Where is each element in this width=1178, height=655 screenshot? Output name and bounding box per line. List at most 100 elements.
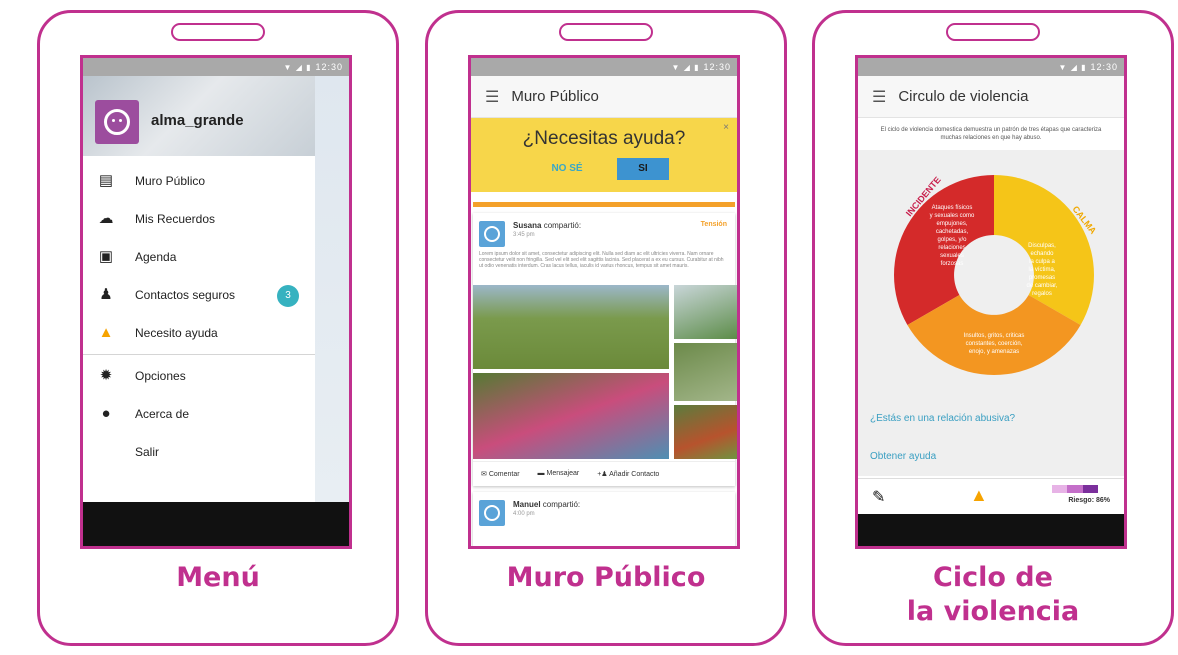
warning-icon[interactable]: ▲ bbox=[970, 485, 988, 506]
caption-muro: Muro Público bbox=[506, 562, 706, 593]
menu-item-necesito-ayuda[interactable]: ▲ Necesito ayuda bbox=[83, 314, 315, 352]
navigation-drawer: alma_grande ▤ Muro Público ☁ Mis Recuerd… bbox=[83, 76, 315, 506]
comment-button[interactable]: ✉ Comentar bbox=[481, 470, 520, 478]
incidente-text-line: sexuales bbox=[940, 253, 964, 259]
message-icon: ▬ bbox=[537, 470, 547, 477]
status-time: 12:30 bbox=[703, 62, 731, 72]
screen-menu: ▼ ◢ ▮ 12:30 alma_grande ▤ Muro Público ☁ … bbox=[80, 55, 352, 549]
abusive-relationship-link[interactable]: ¿Estás en una relación abusiva? bbox=[858, 400, 1124, 438]
tension-strip bbox=[473, 202, 735, 207]
feed-icon: ▤ bbox=[98, 172, 114, 189]
menu-item-label: Muro Público bbox=[135, 174, 206, 188]
speaker-slot bbox=[559, 23, 653, 41]
calma-text-line: promesas bbox=[1029, 275, 1055, 281]
post-author[interactable]: Susana bbox=[513, 221, 541, 230]
bottom-toolbar: ✎ ▲ Riesgo: 86% bbox=[858, 478, 1124, 514]
photo-thumbnail[interactable] bbox=[674, 343, 737, 401]
screen-ciclo: ▼ ◢ ▮ 12:30 ☰ Circulo de violencia El cic… bbox=[855, 55, 1127, 549]
page-title: Circulo de violencia bbox=[898, 88, 1029, 105]
status-icons: ▼ ◢ ▮ bbox=[1058, 63, 1087, 72]
post-author-line: Manuel compartió: bbox=[513, 500, 580, 509]
hamburger-menu-icon[interactable]: ☰ bbox=[872, 87, 886, 107]
status-icons: ▼ ◢ ▮ bbox=[283, 63, 312, 72]
get-help-link[interactable]: Obtener ayuda bbox=[858, 438, 1124, 476]
add-contact-button[interactable]: +♟ Añadir Contacto bbox=[597, 470, 659, 478]
menu-item-agenda[interactable]: ▣ Agenda bbox=[83, 238, 315, 276]
photo-thumbnail[interactable] bbox=[674, 285, 737, 339]
no-se-button[interactable]: NO SÉ bbox=[539, 158, 595, 180]
photo-gallery bbox=[473, 285, 737, 461]
page-title: Muro Público bbox=[511, 88, 599, 105]
post-action: compartió: bbox=[540, 500, 581, 509]
avatar[interactable] bbox=[479, 221, 505, 247]
intro-text: El ciclo de violencia domestica demuestr… bbox=[858, 118, 1124, 150]
post-card: Manuel compartió: 4:00 pm bbox=[473, 492, 735, 546]
hamburger-menu-icon[interactable]: ☰ bbox=[485, 87, 499, 107]
gear-icon: ✹ bbox=[99, 367, 113, 384]
post-header: Manuel compartió: 4:00 pm bbox=[473, 492, 735, 530]
tension-description: Insultos, gritos, criticas constantes, co… bbox=[964, 333, 1025, 355]
risk-meter-light-segment bbox=[1052, 485, 1068, 493]
menu-item-muro-publico[interactable]: ▤ Muro Público bbox=[83, 162, 315, 200]
menu-item-label: Mis Recuerdos bbox=[135, 212, 216, 226]
navigation-bar bbox=[83, 502, 349, 546]
menu-divider bbox=[83, 354, 315, 355]
menu-item-contactos-seguros[interactable]: ♟ Contactos seguros 3 bbox=[83, 276, 315, 314]
app-bar: ☰ Circulo de violencia bbox=[858, 76, 1124, 118]
calma-text-line: echando bbox=[1030, 251, 1054, 257]
app-bar: ☰ Muro Público bbox=[471, 76, 737, 118]
photo-thumbnail[interactable] bbox=[473, 285, 669, 369]
risk-meter bbox=[1052, 485, 1098, 493]
post-actions: ✉ Comentar ▬ Mensajear +♟ Añadir Contact… bbox=[473, 461, 735, 486]
post-author-line: Susana compartió: bbox=[513, 221, 581, 230]
status-bar: ▼ ◢ ▮ 12:30 bbox=[83, 58, 349, 76]
close-icon[interactable]: × bbox=[723, 122, 729, 133]
menu-item-mis-recuerdos[interactable]: ☁ Mis Recuerdos bbox=[83, 200, 315, 238]
si-button[interactable]: SI bbox=[617, 158, 669, 180]
avatar[interactable] bbox=[95, 100, 139, 144]
photo-thumbnail[interactable] bbox=[674, 405, 737, 459]
tension-text-line: enojo, y amenazas bbox=[969, 349, 1019, 355]
warning-icon: ▲ bbox=[98, 324, 114, 341]
drawer-header: alma_grande bbox=[83, 76, 315, 156]
violence-cycle-diagram: INCIDENTE CALMA Ataques físicosy sexuale… bbox=[894, 175, 1098, 375]
tension-text-line: constantes, coerción, bbox=[966, 341, 1023, 347]
menu-item-label: Agenda bbox=[135, 250, 177, 264]
avatar-face-icon bbox=[484, 505, 500, 521]
menu-item-label: Necesito ayuda bbox=[135, 326, 218, 340]
post-time: 4:00 pm bbox=[513, 511, 535, 517]
menu-item-acerca-de[interactable]: ● Acerca de bbox=[83, 395, 315, 433]
incidente-text-line: cachetadas, bbox=[936, 229, 969, 235]
caption-menu: Menú bbox=[176, 562, 260, 593]
caption-ciclo-line1: Ciclo de bbox=[933, 562, 1053, 593]
tension-text-line: Insultos, gritos, criticas bbox=[964, 333, 1025, 339]
menu-item-opciones[interactable]: ✹ Opciones bbox=[83, 357, 315, 395]
photo-thumbnail[interactable] bbox=[473, 373, 669, 459]
calma-description: Disculpas, echando la culpa a la víctima, pr… bbox=[1026, 243, 1057, 297]
status-time: 12:30 bbox=[315, 62, 343, 72]
speaker-slot bbox=[946, 23, 1040, 41]
help-banner-buttons: NO SÉ SI bbox=[471, 158, 737, 180]
post-tag: Tensión bbox=[700, 221, 727, 228]
post-author[interactable]: Manuel bbox=[513, 500, 541, 509]
speaker-slot bbox=[171, 23, 265, 41]
menu-item-salir[interactable]: Salir bbox=[83, 433, 315, 471]
incidente-text-line: relaciones bbox=[938, 245, 965, 251]
pencil-icon[interactable]: ✎ bbox=[872, 487, 885, 507]
menu-item-label: Contactos seguros bbox=[135, 288, 236, 302]
help-banner-title: ¿Necesitas ayuda? bbox=[522, 128, 686, 149]
post-action: compartió: bbox=[541, 221, 582, 230]
cycle-diagram-area: INCIDENTE CALMA Ataques físicos y sexuale… bbox=[858, 150, 1124, 400]
message-button[interactable]: ▬ Mensajear bbox=[538, 470, 580, 478]
screen-muro: ▼ ◢ ▮ 12:30 ☰ Muro Público × ¿Necesitas a… bbox=[468, 55, 740, 549]
caption-ciclo-line2: la violencia bbox=[906, 596, 1080, 627]
phone-mockup-ciclo: ▼ ◢ ▮ 12:30 ☰ Circulo de violencia El cic… bbox=[812, 10, 1174, 646]
menu-item-label: Opciones bbox=[135, 369, 186, 383]
phone-mockup-muro: ▼ ◢ ▮ 12:30 ☰ Muro Público × ¿Necesitas a… bbox=[425, 10, 787, 646]
risk-label: Riesgo: 86% bbox=[1068, 497, 1110, 504]
post-text: Lorem ipsum dolor sit amet, consectetur … bbox=[479, 251, 724, 269]
risk-meter-mid-segment bbox=[1067, 485, 1083, 493]
post-header: Susana compartió: 3:45 pm Tensión bbox=[473, 213, 735, 251]
avatar[interactable] bbox=[479, 500, 505, 526]
incidente-text-line: Ataques físicos bbox=[932, 205, 973, 211]
